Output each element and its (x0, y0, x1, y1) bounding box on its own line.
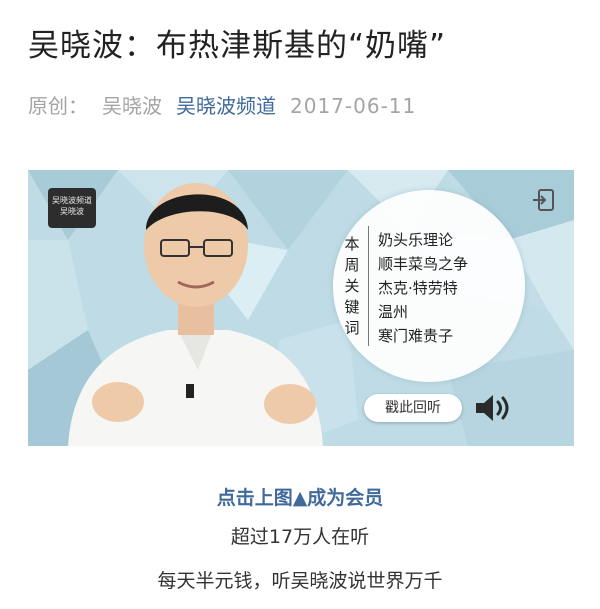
keyword-item: 奶头乐理论 (378, 231, 454, 249)
channel-link[interactable]: 吴晓波频道 (176, 90, 276, 119)
speaker-icon[interactable] (474, 392, 514, 424)
logo-line-2: 吴晓波 (60, 207, 84, 216)
keywords-title: 本周关键词 (344, 235, 360, 337)
listener-count-text: 超过17万人在听 (230, 526, 370, 548)
keyword-item: 寒门难贵子 (378, 327, 454, 345)
logo-line-1: 吴晓波频道 (52, 196, 92, 205)
keywords-list: 奶头乐理论 顺丰菜鸟之争 杰克·特劳特 温州 寒门难贵子 (378, 228, 468, 348)
author-name: 吴晓波 (102, 94, 162, 118)
article-meta: 原创： 吴晓波 吴晓波频道 2017-06-11 (28, 90, 416, 119)
pricing-text: 每天半元钱，听吴晓波说世界万千 (157, 570, 443, 592)
exit-icon[interactable] (530, 186, 558, 214)
article-title: 吴晓波：布热津斯基的“奶嘴” (28, 28, 447, 64)
publish-date: 2017-06-11 (290, 94, 417, 118)
join-membership-link[interactable]: 点击上图▲成为会员 (0, 483, 600, 510)
replay-button[interactable]: 戳此回听 (364, 394, 462, 422)
keywords-divider (368, 226, 369, 346)
keyword-item: 顺丰菜鸟之争 (378, 255, 469, 273)
keyword-item: 温州 (378, 303, 409, 321)
channel-logo: 吴晓波频道 吴晓波 (48, 188, 96, 228)
original-label: 原创： (28, 94, 88, 118)
keyword-item: 杰克·特劳特 (378, 279, 458, 297)
